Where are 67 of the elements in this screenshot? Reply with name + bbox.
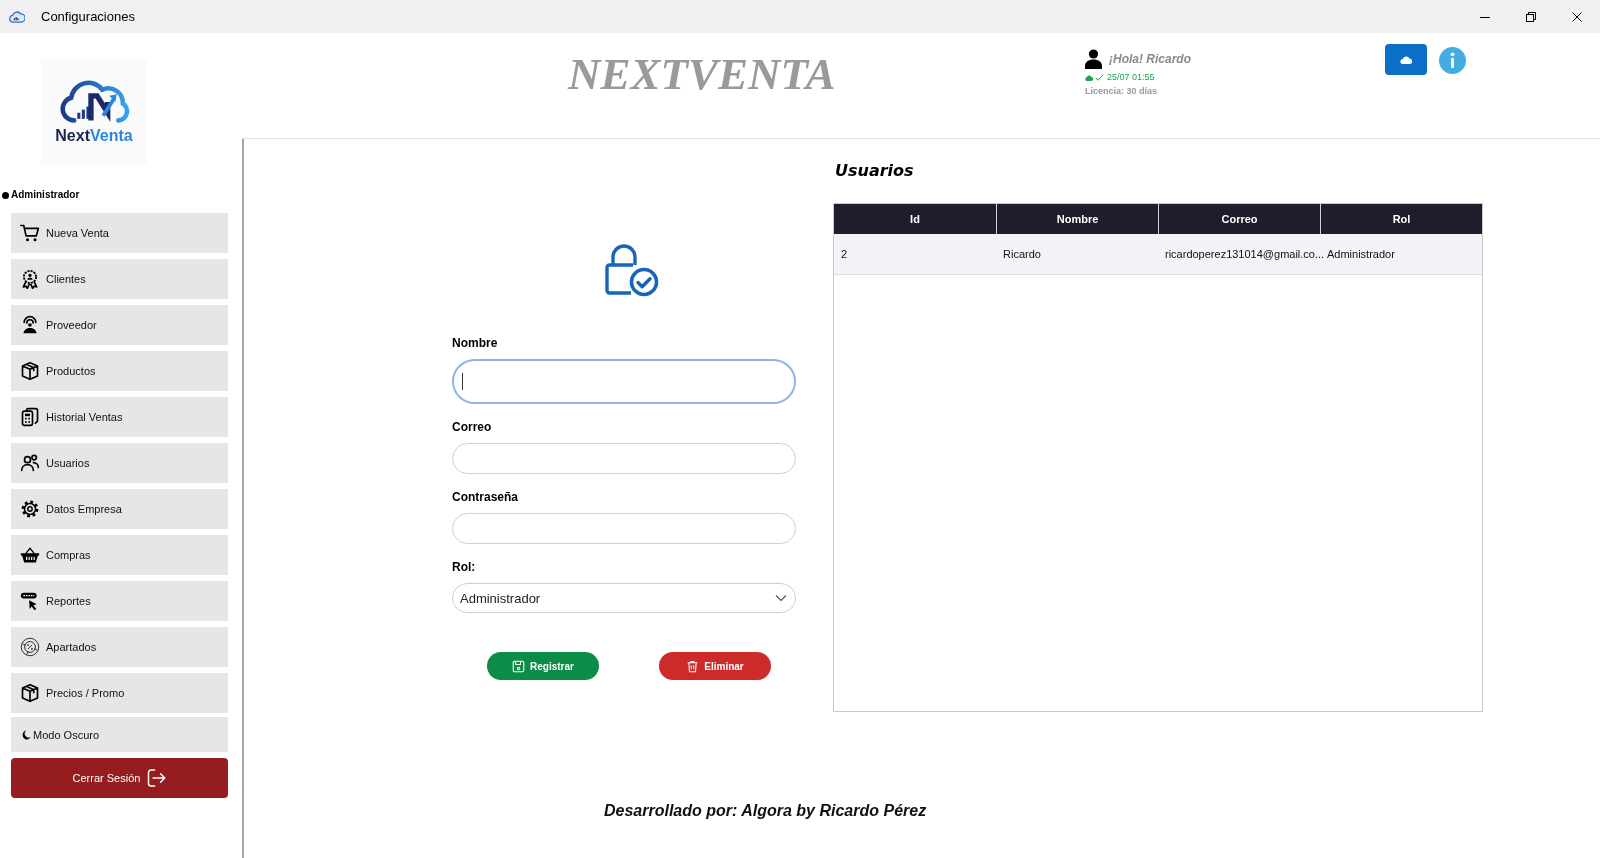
dot-icon	[2, 191, 9, 199]
basket-icon	[20, 545, 40, 565]
window-title: Configuraciones	[41, 9, 135, 24]
logout-button[interactable]: Cerrar Sesión	[11, 758, 228, 798]
cloud-icon	[1400, 55, 1412, 64]
sidebar-item[interactable]: Proveedor	[11, 305, 228, 345]
receipt-icon	[20, 407, 40, 427]
sidebar-item[interactable]: Reportes	[11, 581, 228, 621]
license-text: Licencia: 30 días	[1085, 86, 1158, 97]
app-title: NEXTVENTA	[568, 48, 836, 101]
chevron-down-icon	[775, 594, 787, 602]
field-label: Correo	[452, 420, 492, 434]
field-label: Contraseña	[452, 490, 519, 504]
sidebar-item[interactable]: Usuarios	[11, 443, 228, 483]
moon-icon	[22, 729, 31, 740]
tag-cursor-icon	[20, 591, 40, 611]
sidebar-item[interactable]: Precios / Promo	[11, 673, 228, 713]
lock-check-icon	[603, 244, 659, 298]
trash-icon	[686, 659, 700, 673]
logo-text: NextVenta	[55, 127, 133, 145]
cloud-app-icon	[9, 10, 25, 23]
table-cell: Ricardo	[1003, 248, 1041, 260]
save-icon	[512, 659, 526, 673]
info-button[interactable]	[1439, 47, 1466, 74]
cloud-button[interactable]	[1385, 44, 1427, 75]
box-icon	[20, 361, 40, 381]
cart-icon	[20, 223, 40, 243]
role-dropdown[interactable]: Administrador	[452, 583, 796, 613]
settings-icon	[20, 499, 40, 519]
text-cursor-icon	[462, 373, 463, 390]
input-field[interactable]	[452, 513, 796, 544]
person-icon	[1085, 49, 1102, 69]
role-label: Administrador	[11, 189, 80, 201]
sidebar-item[interactable]: Clientes	[11, 259, 228, 299]
register-button[interactable]: Registrar	[487, 652, 599, 680]
table-cell: ricardoperez131014@gmail.co...	[1165, 248, 1325, 260]
delete-button[interactable]: Eliminar	[659, 652, 771, 680]
person-signal-icon	[20, 315, 40, 335]
cloud-icon	[1085, 74, 1093, 81]
footer-credit: Desarrollado por: Algora by Ricardo Pérez	[604, 801, 927, 821]
sidebar-item[interactable]: Apartados	[11, 627, 228, 667]
sidebar-item[interactable]: Datos Empresa	[11, 489, 228, 529]
check-icon	[1095, 74, 1104, 81]
sidebar-item[interactable]: Productos	[11, 351, 228, 391]
table-cell: Administrador	[1327, 248, 1395, 260]
dark-mode-button[interactable]: Modo Oscuro	[11, 717, 228, 752]
info-icon	[1439, 47, 1466, 74]
input-field[interactable]	[452, 359, 796, 404]
sidebar-item[interactable]: Compras	[11, 535, 228, 575]
field-label: Nombre	[452, 336, 498, 350]
percent-circle-icon	[20, 637, 40, 657]
sync-time: 25/07 01:55	[1107, 72, 1155, 83]
column-header: Id	[909, 212, 921, 227]
table-row[interactable]: 2 Ricardo ricardoperez131014@gmail.co... Administrador	[834, 234, 1482, 275]
close-icon	[1572, 11, 1582, 22]
logout-icon	[146, 768, 167, 788]
sidebar-item[interactable]: Nueva Venta	[11, 213, 228, 253]
award-badge-icon	[20, 269, 40, 289]
table-cell: 2	[841, 248, 848, 260]
restore-icon	[1526, 11, 1536, 22]
section-title: Usuarios	[835, 161, 914, 181]
input-field[interactable]	[452, 443, 796, 474]
greeting-text: ¡Hola! Ricardo	[1109, 52, 1191, 66]
sidebar-item[interactable]: Historial Ventas	[11, 397, 228, 437]
box-icon	[20, 683, 40, 703]
users-icon	[20, 453, 40, 473]
field-label: Rol:	[452, 560, 476, 574]
